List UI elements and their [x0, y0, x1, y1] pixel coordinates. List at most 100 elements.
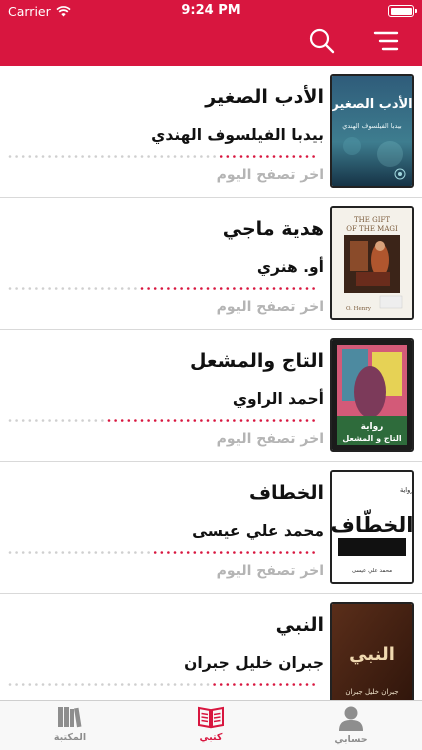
progress-dot: [246, 419, 249, 422]
progress-dot: [28, 155, 32, 158]
progress-dot: [206, 155, 210, 158]
reading-progress: [8, 419, 315, 422]
progress-dot: [219, 551, 223, 554]
progress-dot: [160, 419, 164, 422]
progress-dot: [153, 419, 157, 422]
book-cover[interactable]: رواية الخطّاف محمد علي عيسى: [330, 470, 414, 584]
progress-dot: [259, 155, 263, 158]
reading-progress: [8, 287, 315, 290]
progress-dot: [127, 155, 131, 158]
progress-dot: [41, 551, 45, 554]
app-screen: Carrier 9:24 PM الأدب الصغير بيدبا الفيل…: [0, 0, 422, 750]
book-author: أو. هنري: [256, 258, 324, 276]
book-author: أحمد الراوي: [232, 390, 324, 408]
cover-genre: رواية: [400, 486, 412, 494]
book-row[interactable]: THE GIFT OF THE MAGI O. Henry هدية ماجي …: [0, 198, 422, 330]
progress-dot: [134, 419, 137, 422]
cover-title: التاج و المشعل: [342, 434, 401, 443]
progress-dot: [173, 287, 177, 290]
progress-dot: [61, 287, 65, 290]
progress-dot: [180, 287, 183, 290]
progress-dot: [186, 155, 190, 158]
book-title[interactable]: النبي: [276, 614, 324, 636]
progress-dot: [206, 287, 210, 290]
reading-progress: [8, 155, 315, 158]
progress-dot: [61, 551, 65, 554]
book-row[interactable]: الأدب الصغير بيدبا الفيلسوف الهندي الأدب…: [0, 66, 422, 198]
progress-dot: [81, 683, 84, 686]
search-button[interactable]: [307, 26, 337, 56]
progress-dot: [48, 287, 51, 290]
progress-dot: [35, 287, 38, 290]
progress-dot: [266, 551, 269, 554]
progress-dot: [305, 551, 309, 554]
progress-dot: [107, 419, 111, 422]
progress-dot: [94, 551, 98, 554]
progress-dot: [193, 683, 197, 686]
progress-dot: [8, 551, 12, 554]
progress-dot: [219, 287, 223, 290]
progress-dot: [200, 683, 203, 686]
progress-dot: [127, 551, 131, 554]
progress-dot: [94, 683, 98, 686]
progress-dot: [87, 287, 91, 290]
progress-dot: [292, 683, 296, 686]
progress-dot: [101, 683, 104, 686]
progress-dot: [153, 551, 157, 554]
book-cover[interactable]: رواية التاج و المشعل: [330, 338, 414, 452]
book-row[interactable]: رواية الخطّاف محمد علي عيسى الخطاف محمد …: [0, 462, 422, 594]
book-row[interactable]: رواية التاج و المشعل التاج والمشعل أحمد …: [0, 330, 422, 462]
book-cover[interactable]: THE GIFT OF THE MAGI O. Henry: [330, 206, 414, 320]
progress-dot: [213, 155, 216, 158]
progress-dot: [94, 419, 98, 422]
progress-dot: [266, 683, 269, 686]
progress-dot: [285, 287, 289, 290]
progress-dot: [252, 419, 256, 422]
progress-dot: [285, 683, 289, 686]
progress-dot: [272, 419, 276, 422]
progress-dot: [21, 287, 25, 290]
book-title[interactable]: هدية ماجي: [223, 218, 324, 240]
cover-title: النبي: [349, 644, 395, 665]
progress-dot: [54, 419, 58, 422]
progress-dot: [193, 287, 197, 290]
tab-my-books[interactable]: كتبي: [166, 705, 256, 749]
progress-dot: [8, 287, 12, 290]
progress-dot: [213, 419, 216, 422]
progress-dot: [272, 683, 276, 686]
progress-dot: [206, 683, 210, 686]
progress-dot: [312, 287, 315, 290]
book-row[interactable]: النبي جبران خليل جبران النبي جبران خليل …: [0, 594, 422, 700]
book-title[interactable]: التاج والمشعل: [190, 350, 324, 372]
book-cover[interactable]: الأدب الصغير بيدبا الفيلسوف الهندي: [330, 74, 414, 188]
progress-dot: [246, 155, 249, 158]
progress-dot: [173, 551, 177, 554]
book-list[interactable]: الأدب الصغير بيدبا الفيلسوف الهندي الأدب…: [0, 66, 422, 700]
book-author: محمد علي عيسى: [192, 522, 324, 540]
progress-dot: [48, 419, 51, 422]
progress-dot: [292, 155, 296, 158]
progress-dot: [140, 155, 144, 158]
progress-dot: [120, 683, 124, 686]
progress-dot: [259, 419, 263, 422]
progress-dot: [28, 419, 32, 422]
tab-account[interactable]: حسابي: [306, 705, 396, 749]
last-read-label: اخر تصفح اليوم: [216, 563, 324, 579]
cover-title-line2: OF THE MAGI: [346, 225, 398, 233]
book-title[interactable]: الخطاف: [249, 482, 324, 504]
tab-library[interactable]: المكتبة: [25, 705, 115, 749]
progress-dot: [186, 287, 190, 290]
progress-dot: [107, 551, 111, 554]
progress-dot: [305, 683, 309, 686]
books-icon: [58, 707, 82, 728]
book-title[interactable]: الأدب الصغير: [205, 86, 324, 108]
menu-button[interactable]: [371, 26, 401, 56]
progress-dot: [21, 551, 25, 554]
progress-dot: [94, 155, 98, 158]
progress-dot: [134, 551, 137, 554]
book-cover[interactable]: النبي جبران خليل جبران: [330, 602, 414, 700]
progress-dot: [15, 155, 18, 158]
progress-dot: [279, 419, 282, 422]
progress-dot: [292, 419, 296, 422]
progress-dot: [68, 419, 71, 422]
